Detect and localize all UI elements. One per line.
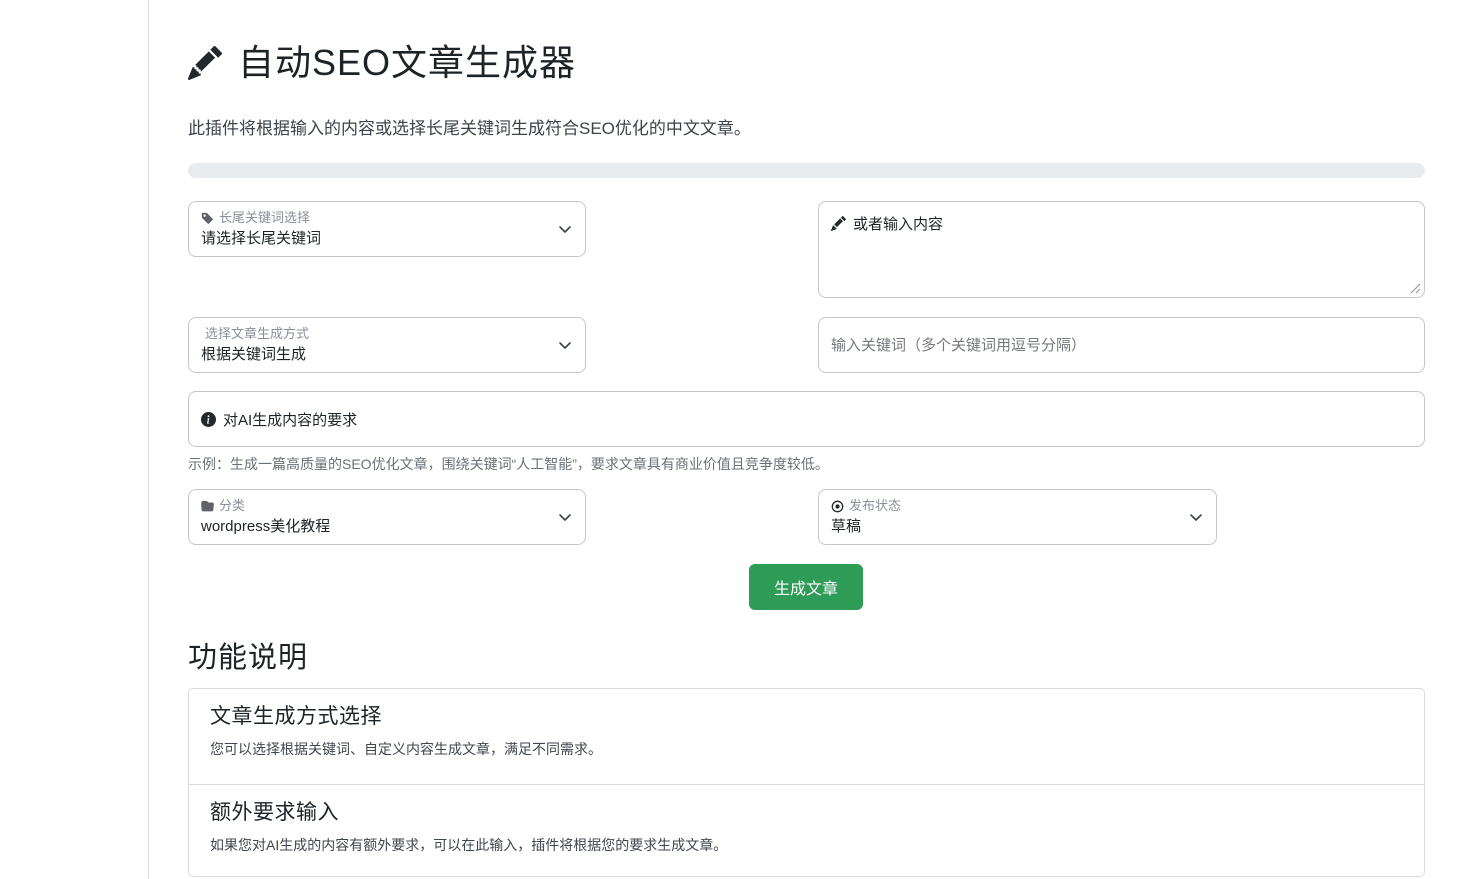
chevron-down-icon xyxy=(557,337,573,353)
generation-method-label: 选择文章生成方式 xyxy=(205,326,309,342)
content-textarea-label: 或者输入内容 xyxy=(853,213,943,234)
keywords-input[interactable] xyxy=(818,317,1425,373)
page-title: 自动SEO文章生成器 xyxy=(238,38,576,88)
features-heading: 功能说明 xyxy=(188,634,308,676)
page-description: 此插件将根据输入的内容或选择长尾关键词生成符合SEO优化的中文文章。 xyxy=(188,114,751,139)
generate-article-button[interactable]: 生成文章 xyxy=(749,564,863,610)
visibility-icon xyxy=(831,500,844,513)
list-item: 额外要求输入 如果您对AI生成的内容有额外要求，可以在此输入，插件将根据您的要求… xyxy=(189,784,1424,876)
publish-status-label-row: 发布状态 xyxy=(831,498,1176,514)
admin-sidebar-divider xyxy=(148,0,149,879)
ai-requirements-input[interactable]: 对AI生成内容的要求 xyxy=(188,391,1425,447)
generation-method-value: 根据关键词生成 xyxy=(201,345,545,365)
category-value: wordpress美化教程 xyxy=(201,517,545,537)
longtail-keyword-label-row: 长尾关键词选择 xyxy=(201,210,545,226)
longtail-keyword-value: 请选择长尾关键词 xyxy=(201,229,545,249)
generation-progress-bar xyxy=(188,163,1425,178)
longtail-keyword-label: 长尾关键词选择 xyxy=(219,210,310,226)
category-select[interactable]: 分类 wordpress美化教程 xyxy=(188,489,586,545)
content-textarea-label-row: 或者输入内容 xyxy=(831,213,1412,234)
category-label-row: 分类 xyxy=(201,498,545,514)
page-header: 自动SEO文章生成器 xyxy=(188,38,576,88)
content-textarea[interactable]: 或者输入内容 xyxy=(818,201,1425,298)
resize-handle[interactable] xyxy=(1410,283,1421,294)
publish-status-label: 发布状态 xyxy=(849,498,901,514)
longtail-keyword-select[interactable]: 长尾关键词选择 请选择长尾关键词 xyxy=(188,201,586,257)
pencil-icon xyxy=(831,216,846,231)
publish-status-select[interactable]: 发布状态 草稿 xyxy=(818,489,1217,545)
chevron-down-icon xyxy=(1188,509,1204,525)
info-icon xyxy=(201,412,216,427)
feature-description: 您可以选择根据关键词、自定义内容生成文章，满足不同需求。 xyxy=(210,739,1403,759)
ai-requirements-label: 对AI生成内容的要求 xyxy=(223,409,357,430)
chevron-down-icon xyxy=(557,509,573,525)
generation-method-label-row: 选择文章生成方式 xyxy=(201,326,545,342)
feature-title: 文章生成方式选择 xyxy=(210,702,1403,732)
pencil-icon xyxy=(188,46,222,80)
features-list: 文章生成方式选择 您可以选择根据关键词、自定义内容生成文章，满足不同需求。 额外… xyxy=(188,688,1425,877)
feature-description: 如果您对AI生成的内容有额外要求，可以在此输入，插件将根据您的要求生成文章。 xyxy=(210,835,1403,855)
example-hint: 示例：生成一篇高质量的SEO优化文章，围绕关键词“人工智能”，要求文章具有商业价… xyxy=(188,454,829,474)
category-label: 分类 xyxy=(219,498,245,514)
folder-icon xyxy=(201,500,214,513)
tag-icon xyxy=(201,212,214,225)
seo-generator-page: 自动SEO文章生成器 此插件将根据输入的内容或选择长尾关键词生成符合SEO优化的… xyxy=(0,0,1459,879)
publish-status-value: 草稿 xyxy=(831,517,1176,537)
generation-method-select[interactable]: 选择文章生成方式 根据关键词生成 xyxy=(188,317,586,373)
chevron-down-icon xyxy=(557,221,573,237)
feature-title: 额外要求输入 xyxy=(210,798,1403,828)
list-item: 文章生成方式选择 您可以选择根据关键词、自定义内容生成文章，满足不同需求。 xyxy=(189,689,1424,784)
